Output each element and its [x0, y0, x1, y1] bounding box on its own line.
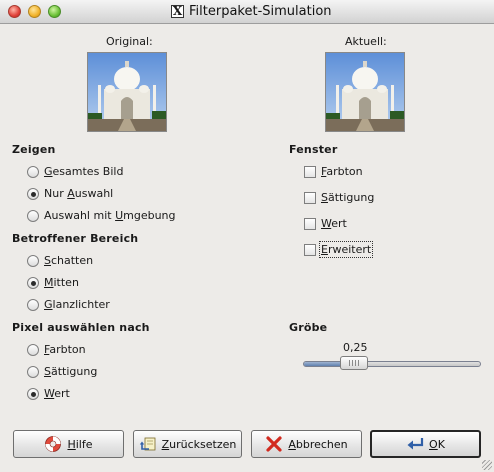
show-entire-image-radio[interactable] [27, 166, 39, 178]
roughness-slider[interactable] [303, 361, 481, 367]
affected-midtones-label[interactable]: Mitten [44, 276, 79, 289]
help-button[interactable]: Hilfe [13, 430, 124, 458]
close-window-button[interactable] [8, 5, 21, 18]
show-selection-with-context-radio[interactable] [27, 210, 39, 222]
zoom-window-button[interactable] [48, 5, 61, 18]
affected-shadows-radio[interactable] [27, 255, 39, 267]
affected-highlights-radio[interactable] [27, 299, 39, 311]
show-selection-with-context-label[interactable]: Auswahl mit Umgebung [44, 209, 176, 222]
window-value-label[interactable]: Wert [321, 217, 347, 230]
select-pixels-by-heading: Pixel auswählen nach [12, 321, 150, 334]
affected-shadows-label[interactable]: Schatten [44, 254, 93, 267]
windows-heading: Fenster [289, 143, 338, 156]
lifebuoy-icon [45, 436, 62, 452]
roughness-heading: Gröbe [289, 321, 328, 334]
window-advanced-checkbox[interactable] [304, 244, 316, 256]
resize-grip[interactable] [482, 460, 492, 470]
window-hue-checkbox[interactable] [304, 166, 316, 178]
ok-button-label: OK [429, 437, 445, 451]
select-by-hue-radio[interactable] [27, 344, 39, 356]
roughness-slider-thumb[interactable] [340, 356, 368, 370]
original-preview-label: Original: [106, 35, 153, 48]
show-heading: Zeigen [12, 143, 56, 156]
show-selection-only-radio[interactable] [27, 188, 39, 200]
reset-icon [139, 437, 156, 451]
window-hue-label[interactable]: Farbton [321, 165, 363, 178]
title-bar: X Filterpaket-Simulation [0, 0, 494, 24]
show-entire-image-label[interactable]: Gesamtes Bild [44, 165, 123, 178]
cancel-button[interactable]: Abbrechen [251, 430, 362, 458]
select-by-saturation-label[interactable]: Sättigung [44, 365, 97, 378]
affected-highlights-label[interactable]: Glanzlichter [44, 298, 110, 311]
ok-button[interactable]: OK [370, 430, 481, 458]
window-saturation-label[interactable]: Sättigung [321, 191, 374, 204]
taj-mahal-thumbnail [88, 53, 166, 131]
window-title: Filterpaket-Simulation [189, 4, 332, 19]
show-selection-only-label[interactable]: Nur Auswahl [44, 187, 113, 200]
roughness-value-label: 0,25 [343, 341, 368, 354]
cancel-x-icon [266, 436, 282, 452]
minimize-window-button[interactable] [28, 5, 41, 18]
select-by-saturation-radio[interactable] [27, 366, 39, 378]
reset-button-label: Zurücksetzen [161, 437, 237, 451]
window-value-checkbox[interactable] [304, 218, 316, 230]
x11-app-icon: X [171, 4, 184, 18]
cancel-button-label: Abbrechen [288, 437, 348, 451]
help-button-label: Hilfe [67, 437, 93, 451]
ok-arrow-icon [407, 438, 424, 450]
select-by-hue-label[interactable]: Farbton [44, 343, 86, 356]
current-preview-label: Aktuell: [345, 35, 387, 48]
reset-button[interactable]: Zurücksetzen [133, 430, 242, 458]
current-preview-image [325, 52, 405, 132]
window-advanced-label[interactable]: Erweitert [318, 241, 374, 258]
affected-range-heading: Betroffener Bereich [12, 232, 139, 245]
window-saturation-checkbox[interactable] [304, 192, 316, 204]
taj-mahal-thumbnail [326, 53, 404, 131]
affected-midtones-radio[interactable] [27, 277, 39, 289]
select-by-value-label[interactable]: Wert [44, 387, 70, 400]
original-preview-image [87, 52, 167, 132]
select-by-value-radio[interactable] [27, 388, 39, 400]
